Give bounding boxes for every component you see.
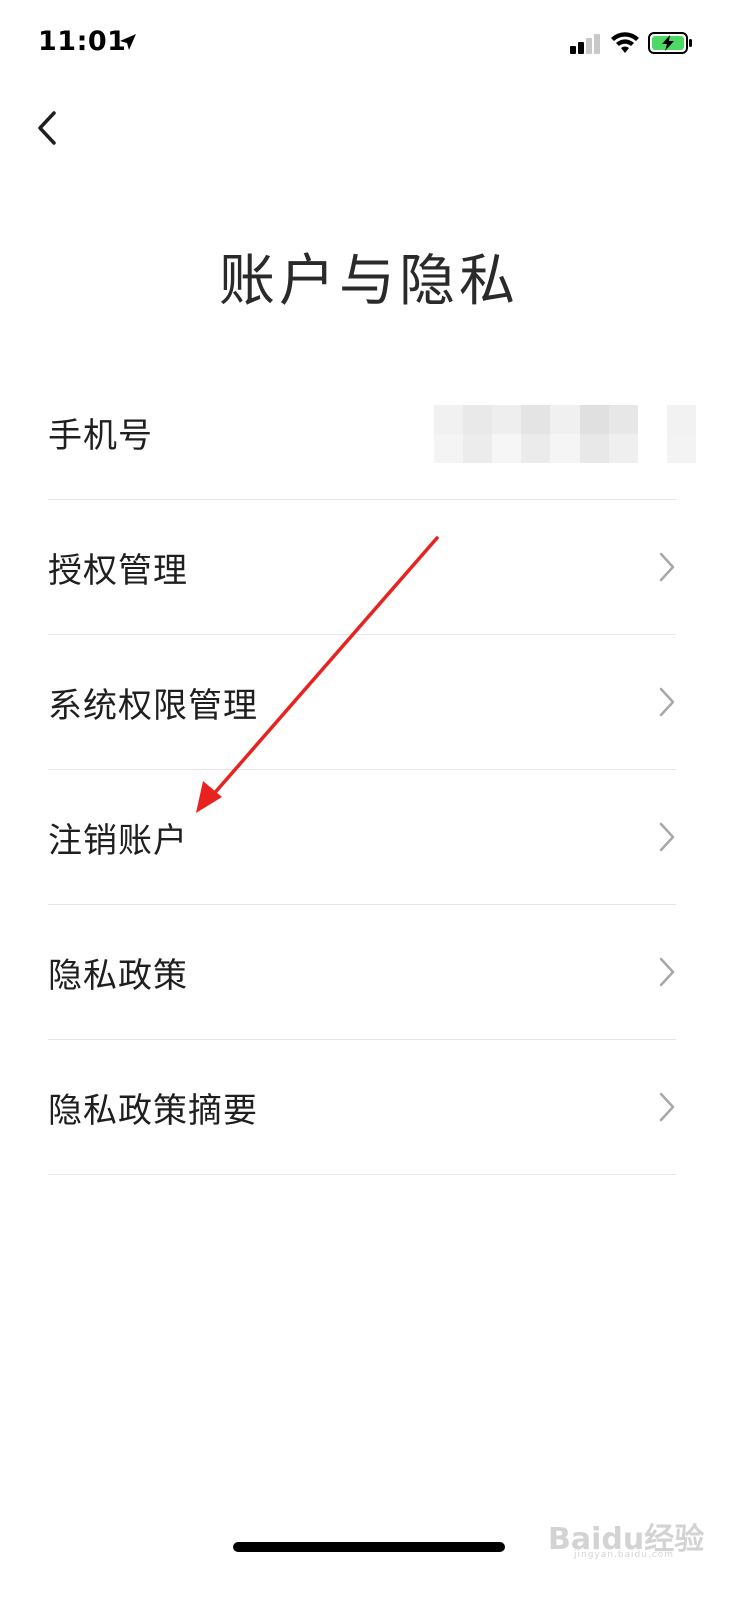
privacy-policy-row[interactable]: 隐私政策 <box>48 905 676 1040</box>
watermark-subtext: jingyan.baidu.com <box>574 1550 675 1560</box>
location-arrow-icon <box>120 34 136 50</box>
chevron-right-icon <box>659 957 675 987</box>
chevron-left-icon <box>38 111 56 145</box>
cellular-signal-icon <box>570 34 600 54</box>
row-label: 隐私政策摘要 <box>48 1090 258 1131</box>
settings-list: 手机号 授权管理 系统权限管理 注销账户 隐私政策 隐私政策摘要 <box>48 365 696 1175</box>
authorization-management-row[interactable]: 授权管理 <box>48 500 676 635</box>
page-title: 账户与隐私 <box>219 249 519 314</box>
wifi-icon <box>611 32 639 53</box>
phone-number-value-blurred <box>434 405 696 463</box>
home-indicator <box>233 1542 505 1552</box>
row-label: 注销账户 <box>48 820 188 861</box>
chevron-right-icon <box>659 822 675 852</box>
status-time: 11:01 <box>38 26 127 57</box>
baidu-jingyan-watermark: Baidu经验 jingyan.baidu.com <box>548 1512 718 1560</box>
chevron-right-icon <box>659 687 675 717</box>
row-label: 隐私政策 <box>48 955 188 996</box>
privacy-policy-summary-row[interactable]: 隐私政策摘要 <box>48 1040 676 1175</box>
row-label: 授权管理 <box>48 550 188 591</box>
chevron-right-icon <box>659 552 675 582</box>
chevron-right-icon <box>659 1092 675 1122</box>
row-label: 系统权限管理 <box>48 685 258 726</box>
phone-number-row[interactable]: 手机号 <box>48 365 696 500</box>
delete-account-row[interactable]: 注销账户 <box>48 770 676 905</box>
row-label: 手机号 <box>48 415 153 456</box>
status-bar: 11:01 <box>0 0 738 90</box>
battery-charging-icon <box>648 32 692 54</box>
system-permissions-row[interactable]: 系统权限管理 <box>48 635 676 770</box>
back-button[interactable] <box>22 100 72 156</box>
